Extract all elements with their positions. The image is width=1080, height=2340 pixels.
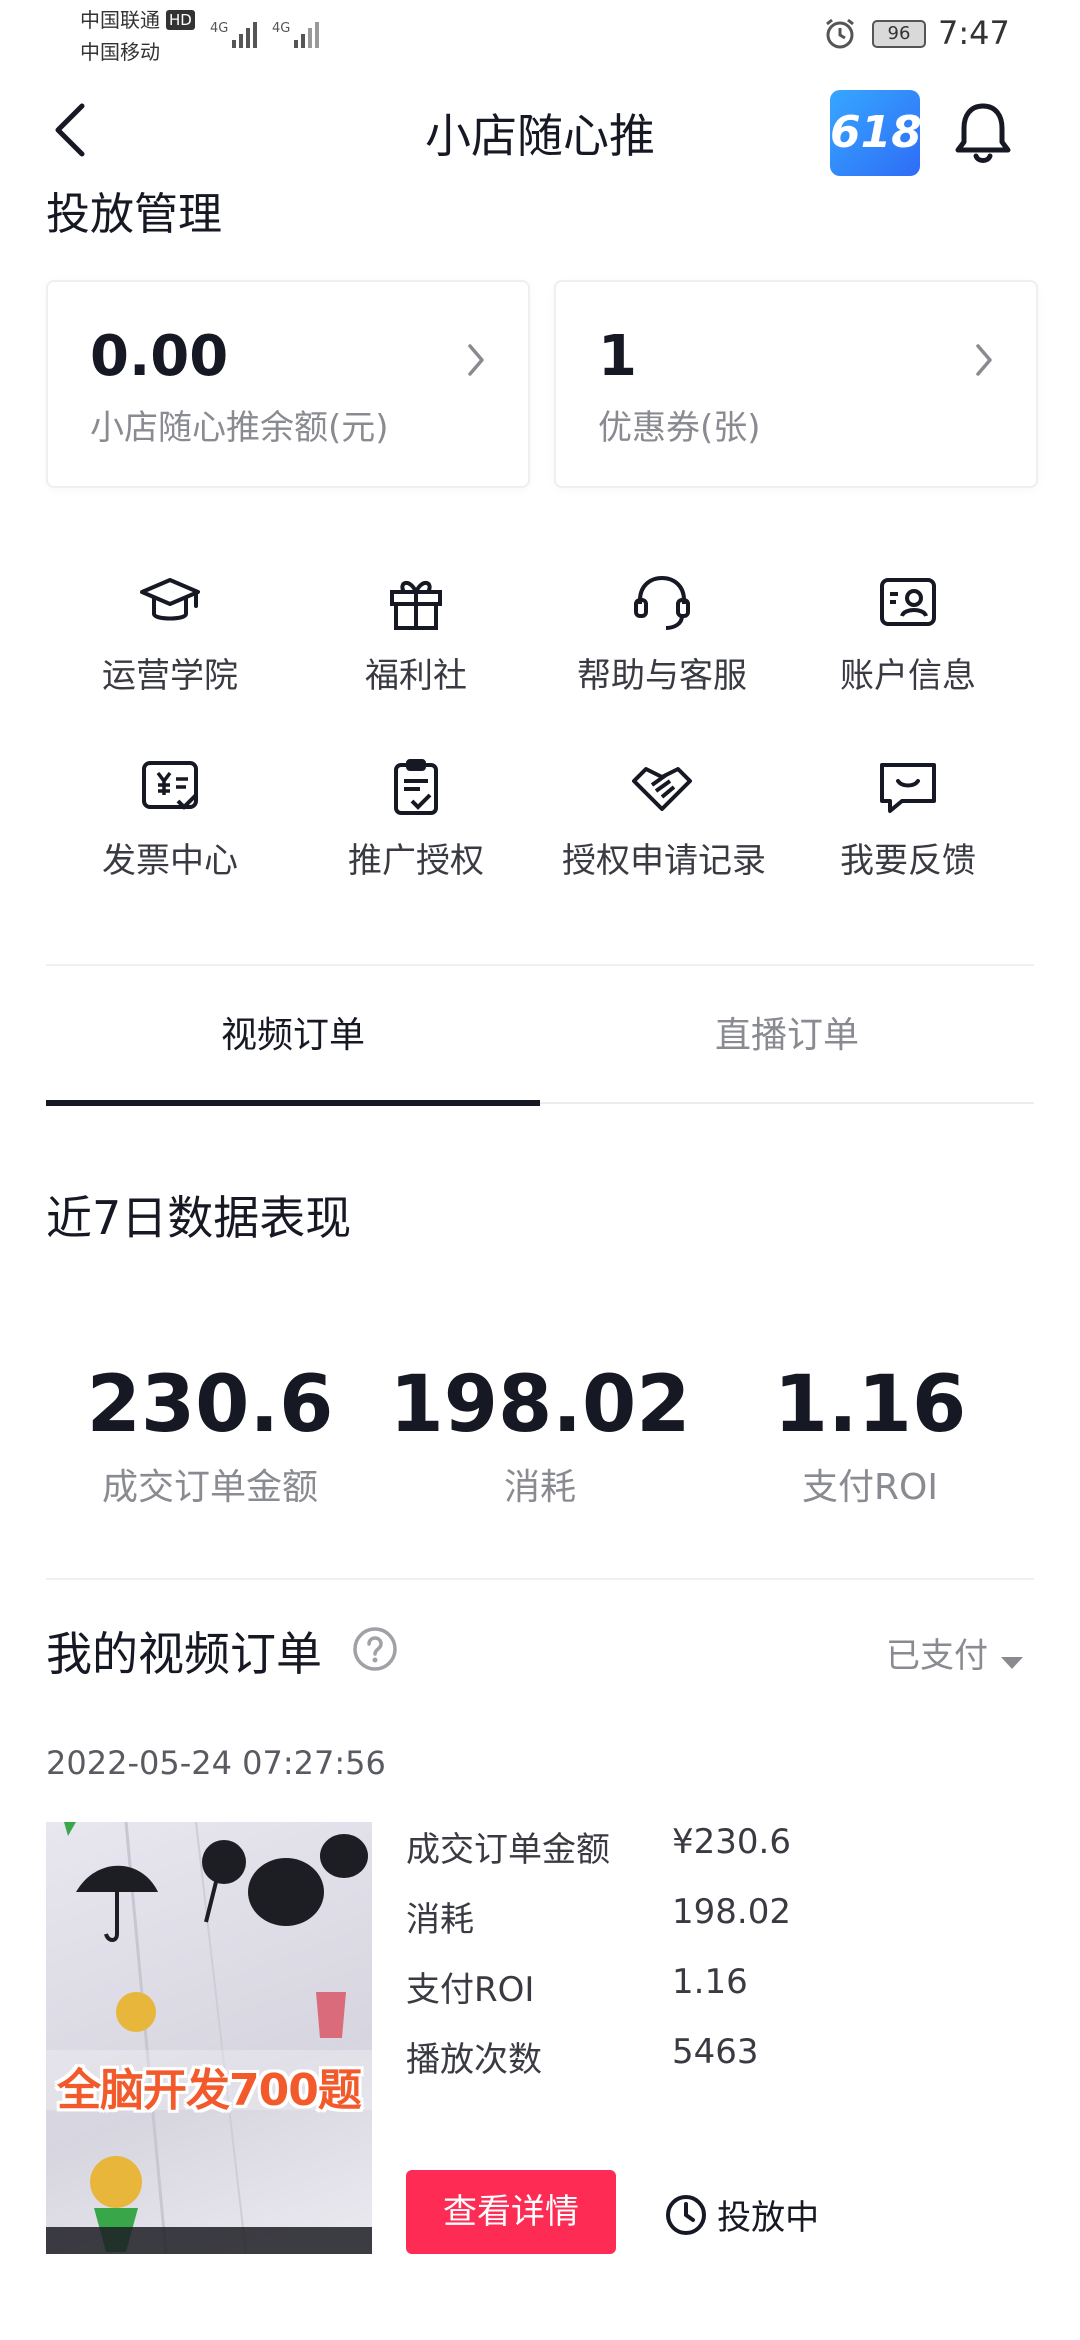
detail-label-gmv: 成交订单金额 <box>406 1830 610 1870</box>
svg-text:4G: 4G <box>210 21 228 36</box>
back-button[interactable] <box>48 100 92 160</box>
quick-item-promo-auth[interactable]: 推广授权 <box>316 755 516 882</box>
tab-video-orders[interactable]: 视频订单 <box>93 1006 493 1058</box>
detail-label-cost: 消耗 <box>406 1900 474 1940</box>
quick-item-feedback[interactable]: 我要反馈 <box>808 755 1008 882</box>
detail-value-roi: 1.16 <box>672 1962 748 2002</box>
detail-value-plays: 5463 <box>672 2032 759 2072</box>
filter-label: 已支付 <box>886 1636 988 1676</box>
order-date: 2022-05-24 07:27:56 <box>46 1744 386 1782</box>
battery-indicator: 96 <box>872 20 926 48</box>
graduation-cap-icon <box>140 578 200 621</box>
help-button[interactable] <box>352 1626 398 1676</box>
tab-live-orders[interactable]: 直播订单 <box>587 1006 987 1058</box>
thumbnail-caption: 全脑开发700题 <box>57 2065 362 2116</box>
notification-button[interactable] <box>952 98 1014 172</box>
status-text: 投放中 <box>717 2198 820 2238</box>
coupon-card[interactable]: 1 优惠券(张) <box>554 280 1038 488</box>
coupon-value: 1 <box>598 324 637 389</box>
balance-label: 小店随心推余额(元) <box>90 408 389 448</box>
question-circle-icon <box>353 1627 397 1671</box>
detail-label-plays: 播放次数 <box>406 2040 542 2080</box>
section-title-clip: 投放管理 <box>0 190 1080 236</box>
caret-down-icon <box>1001 1656 1024 1669</box>
quick-item-label: 帮助与客服 <box>577 656 747 696</box>
stat-roi-label: 支付ROI <box>802 1467 938 1508</box>
orders-title: 我的视频订单 <box>46 1627 322 1681</box>
quick-item-academy[interactable]: 运营学院 <box>70 570 270 697</box>
quick-item-welfare[interactable]: 福利社 <box>316 570 516 697</box>
stat-cost-label: 消耗 <box>503 1467 576 1508</box>
carrier-2: 中国移动 <box>80 40 160 64</box>
delivery-status: 投放中 <box>664 2190 819 2239</box>
stat-gmv-value: 230.6 <box>86 1360 334 1450</box>
balance-card[interactable]: 0.00 小店随心推余额(元) <box>46 280 530 488</box>
clipboard-check-icon <box>394 759 438 815</box>
quick-item-label: 发票中心 <box>102 841 238 881</box>
quick-item-invoice[interactable]: 发票中心 <box>70 755 270 882</box>
bell-icon <box>955 103 1011 163</box>
quick-item-label: 账户信息 <box>840 656 976 696</box>
video-thumbnail[interactable]: 全脑开发700题 <box>46 1822 372 2254</box>
section-title: 投放管理 <box>46 190 222 236</box>
chevron-left-icon <box>55 103 85 157</box>
view-details-button[interactable]: 查看详情 <box>406 2170 616 2254</box>
page: 中国联通 HD 中国移动 4G 4G 96 7:47 小店随心推 618 投放管… <box>0 0 1080 2340</box>
stat-roi-value: 1.16 <box>773 1360 967 1450</box>
signal-icon: 4G 4G <box>208 14 328 58</box>
detail-label-roi: 支付ROI <box>406 1970 535 2010</box>
quick-item-label: 授权申请记录 <box>562 841 766 881</box>
tab-indicator <box>46 1100 540 1106</box>
clock-icon <box>666 2194 706 2235</box>
quick-item-account[interactable]: 账户信息 <box>808 570 1008 697</box>
stat-gmv-label: 成交订单金额 <box>101 1467 318 1508</box>
quick-item-label: 福利社 <box>365 656 467 696</box>
chevron-right-icon <box>468 344 484 376</box>
divider <box>46 964 1034 966</box>
detail-value-gmv: ¥230.6 <box>672 1822 791 1862</box>
balance-value: 0.00 <box>90 324 229 389</box>
coupon-label: 优惠券(张) <box>598 408 761 448</box>
quick-item-label: 推广授权 <box>348 841 484 881</box>
status-time: 7:47 <box>938 14 1010 52</box>
thumbnail-art <box>46 1822 372 2254</box>
quick-item-label: 运营学院 <box>102 656 238 696</box>
stat-cost-value: 198.02 <box>389 1360 691 1450</box>
quick-item-auth-records[interactable]: 授权申请记录 <box>562 755 766 882</box>
headset-icon <box>634 575 690 630</box>
svg-text:4G: 4G <box>272 21 290 36</box>
promo-618-badge[interactable]: 618 <box>830 90 922 176</box>
hd-badge: HD <box>166 10 195 30</box>
detail-value-cost: 198.02 <box>672 1892 791 1932</box>
id-card-icon <box>880 578 936 626</box>
feedback-icon <box>880 763 936 813</box>
carrier-1: 中国联通 HD <box>80 6 195 34</box>
stats-title: 近7日数据表现 <box>46 1191 352 1245</box>
alarm-icon <box>822 16 858 56</box>
chevron-right-icon <box>976 344 992 376</box>
handshake-icon <box>632 767 692 811</box>
status-filter-dropdown[interactable]: 已支付 <box>886 1628 1025 1677</box>
invoice-icon <box>142 761 198 810</box>
quick-item-label: 我要反馈 <box>840 841 976 881</box>
quick-item-help[interactable]: 帮助与客服 <box>562 570 762 697</box>
gift-icon <box>390 581 442 630</box>
page-title: 小店随心推 <box>425 109 655 163</box>
divider <box>46 1578 1034 1580</box>
